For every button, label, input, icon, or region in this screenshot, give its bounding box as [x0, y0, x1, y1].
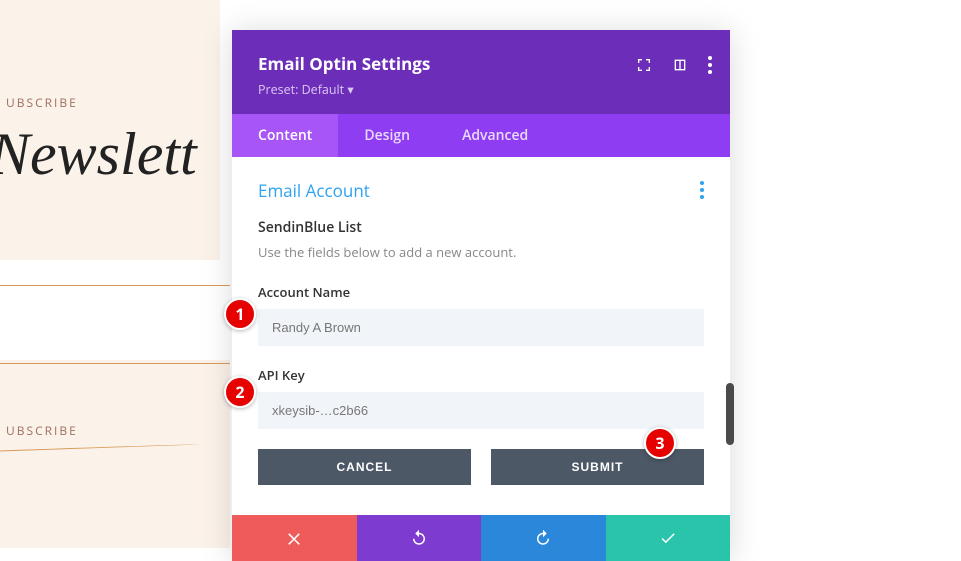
close-icon [285, 529, 303, 547]
redo-icon [534, 529, 552, 547]
divider-2 [0, 363, 230, 364]
scrollbar[interactable] [726, 383, 734, 445]
list-description: Use the fields below to add a new accoun… [258, 243, 704, 261]
tab-advanced[interactable]: Advanced [436, 114, 554, 157]
section-title: Email Account [258, 179, 704, 202]
list-name: SendinBlue List [258, 218, 704, 237]
callout-1: 1 [224, 298, 256, 330]
bg-panel-bottom [0, 360, 230, 548]
preset-selector[interactable]: Preset: Default ▾ [258, 81, 704, 98]
section-menu-icon[interactable] [700, 181, 704, 199]
expand-icon[interactable] [636, 57, 652, 73]
tab-content[interactable]: Content [232, 114, 338, 157]
undo-icon [410, 529, 428, 547]
undo-button[interactable] [357, 515, 482, 561]
cancel-button[interactable]: CANCEL [258, 449, 471, 485]
close-button[interactable] [232, 515, 357, 561]
subscribe-label-2: UBSCRIBE [6, 422, 78, 439]
account-name-label: Account Name [258, 283, 704, 301]
header-icons [636, 56, 712, 74]
redo-button[interactable] [481, 515, 606, 561]
more-icon[interactable] [708, 56, 712, 74]
button-row: CANCEL SUBMIT [258, 449, 704, 485]
check-icon [659, 529, 677, 547]
api-key-input[interactable] [258, 392, 704, 429]
modal-header: Email Optin Settings Preset: Default ▾ [232, 30, 730, 114]
newsletter-heading: Newslett [0, 120, 250, 189]
callout-2: 2 [224, 376, 256, 408]
api-key-label: API Key [258, 366, 704, 384]
tab-design[interactable]: Design [338, 114, 436, 157]
account-name-input[interactable] [258, 309, 704, 346]
settings-modal: Email Optin Settings Preset: Default ▾ C… [232, 30, 730, 561]
divider-1 [0, 285, 230, 286]
confirm-button[interactable] [606, 515, 731, 561]
layout-icon[interactable] [672, 57, 688, 73]
subscribe-label-1: UBSCRIBE [6, 94, 78, 111]
section-title-text: Email Account [258, 179, 370, 202]
callout-3: 3 [644, 427, 676, 459]
footer-actions [232, 515, 730, 561]
submit-button[interactable]: SUBMIT [491, 449, 704, 485]
tab-bar: Content Design Advanced [232, 114, 730, 157]
